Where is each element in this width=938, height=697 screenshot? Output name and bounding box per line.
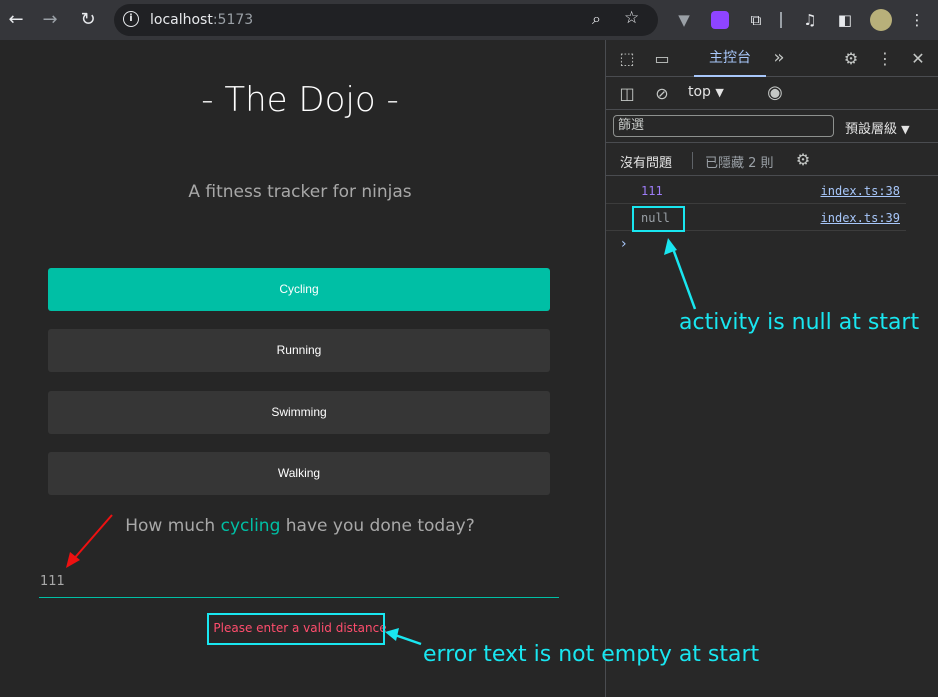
console-settings-gear-icon[interactable]: ⚙: [792, 150, 814, 170]
toolbar-divider: [780, 12, 782, 28]
more-tabs-icon[interactable]: »: [768, 48, 790, 68]
cycling-button[interactable]: Cycling: [48, 268, 550, 311]
page-title: - The Dojo -: [201, 80, 399, 120]
sidebar-toggle-icon[interactable]: ◫: [616, 84, 638, 104]
settings-gear-icon[interactable]: ⚙: [840, 49, 862, 69]
filter-row: 篩選 預設層級 ▼: [606, 111, 938, 143]
distance-input[interactable]: [39, 565, 559, 598]
no-issues-text: 沒有問題: [620, 156, 673, 171]
profile-avatar[interactable]: [870, 9, 892, 31]
menu-icon[interactable]: ⋮: [906, 9, 928, 31]
log-value: 111: [641, 184, 663, 198]
divider: [692, 152, 693, 169]
swimming-button[interactable]: Swimming: [48, 391, 550, 434]
url-text: localhost:5173: [150, 12, 254, 28]
log-levels-select[interactable]: 預設層級 ▼: [845, 118, 910, 137]
devtools-panel: ⬚ ▭ 主控台 » ⚙ ⋮ ✕ ◫ ⊘ top ▼ ◉ 篩選 預設層級 ▼ 沒有…: [605, 40, 938, 697]
extension-icon[interactable]: [709, 9, 731, 31]
running-button[interactable]: Running: [48, 329, 550, 372]
context-select[interactable]: top ▼: [688, 84, 724, 100]
issues-row: 沒有問題 已隱藏 2 則 ⚙: [606, 144, 938, 176]
close-devtools-icon[interactable]: ✕: [907, 49, 929, 69]
browser-toolbar: ← → ↻ i localhost:5173 ⌕ ☆ ▼ ⧉ ♫ ◧ ⋮: [0, 0, 938, 40]
log-source-link[interactable]: index.ts:39: [821, 211, 900, 225]
back-icon[interactable]: ←: [4, 8, 28, 32]
tab-console[interactable]: 主控台: [694, 40, 766, 77]
zoom-icon[interactable]: ⌕: [592, 9, 601, 29]
null-annotation: activity is null at start: [679, 310, 920, 335]
side-panel-icon[interactable]: ◧: [834, 9, 856, 31]
bookmark-star-icon[interactable]: ☆: [624, 8, 639, 28]
media-icon[interactable]: ♫: [799, 9, 821, 31]
console-log-row: 111 index.ts:38: [606, 178, 906, 204]
walking-button[interactable]: Walking: [48, 452, 550, 495]
hidden-count: 已隱藏 2 則: [705, 156, 774, 171]
extension-v-icon[interactable]: ▼: [673, 9, 695, 31]
site-info-icon[interactable]: i: [123, 11, 139, 27]
device-toolbar-icon[interactable]: ▭: [651, 49, 673, 69]
devtools-menu-icon[interactable]: ⋮: [874, 49, 896, 69]
devtools-tabbar: ⬚ ▭ 主控台 » ⚙ ⋮ ✕: [606, 40, 938, 77]
error-annotation: error text is not empty at start: [423, 642, 760, 667]
distance-question: How much cycling have you done today?: [125, 516, 475, 536]
address-bar[interactable]: i localhost:5173 ⌕ ☆: [114, 4, 658, 36]
reload-icon[interactable]: ↻: [76, 8, 100, 32]
live-expression-eye-icon[interactable]: ◉: [764, 83, 786, 103]
page-viewport: - The Dojo - A fitness tracker for ninja…: [0, 40, 605, 697]
page-subtitle: A fitness tracker for ninjas: [188, 182, 412, 202]
puzzle-icon[interactable]: ⧉: [745, 9, 767, 31]
error-highlight-box: [207, 613, 385, 645]
activity-highlight: cycling: [220, 516, 281, 536]
log-source-link[interactable]: index.ts:38: [821, 184, 900, 198]
console-toolbar: ◫ ⊘ top ▼ ◉: [606, 78, 938, 110]
clear-console-icon[interactable]: ⊘: [651, 84, 673, 104]
inspect-element-icon[interactable]: ⬚: [616, 49, 638, 69]
forward-icon[interactable]: →: [38, 8, 62, 32]
console-prompt[interactable]: ›: [621, 236, 627, 252]
null-highlight-box: [632, 206, 685, 232]
filter-input[interactable]: 篩選: [613, 115, 834, 137]
